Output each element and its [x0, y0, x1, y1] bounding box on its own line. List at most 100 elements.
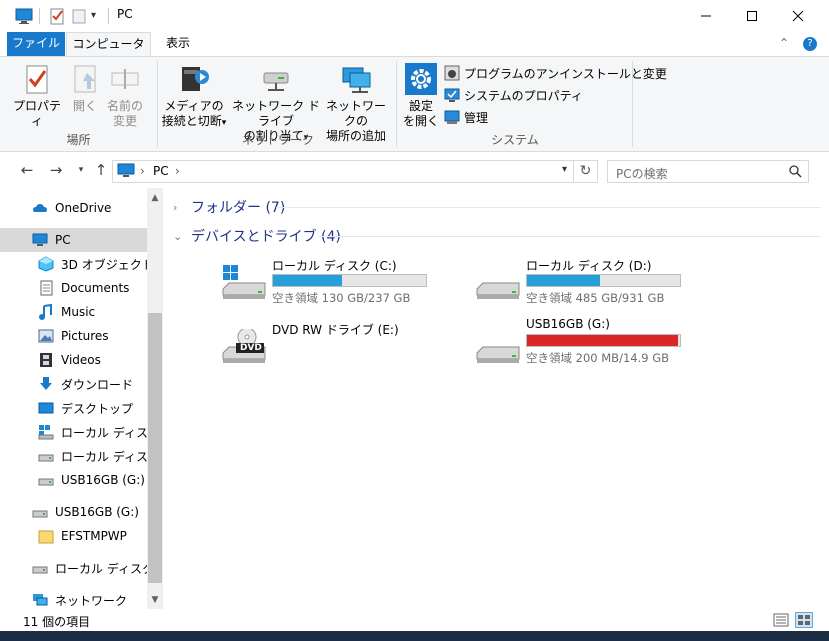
nav-item-desktop[interactable]: デスクトップ: [0, 396, 147, 420]
media-connect-button[interactable]: メディアの 接続と切断▾: [160, 63, 228, 131]
folders-group-header[interactable]: › フォルダー (7): [173, 196, 285, 218]
ribbon-group-system: 設定 を開く プログラムのアンインストールと変更 システムのプロパティ 管理 シ…: [397, 57, 667, 151]
large-icons-view-icon[interactable]: [795, 612, 813, 628]
rename-button[interactable]: 名前の 変更: [105, 63, 145, 129]
properties-button[interactable]: プロパティ: [12, 63, 62, 129]
nav-item-pc[interactable]: PC: [0, 228, 147, 252]
tab-file[interactable]: ファイル: [7, 32, 65, 56]
hard-drive-icon: [32, 560, 48, 576]
customize-toolbar-chevron-icon[interactable]: ▾: [91, 7, 109, 25]
details-view-icon[interactable]: [773, 613, 789, 627]
onedrive-cloud-icon: [32, 200, 48, 216]
new-folder-icon[interactable]: [70, 7, 88, 25]
devices-group-header[interactable]: ⌄ デバイスとドライブ (4): [173, 225, 341, 247]
ribbon: プロパティ 開く 名前の 変更 場所 メディアの 接続と切断▾ ネットワーク ド…: [0, 56, 829, 152]
separator: [108, 8, 109, 24]
windows-drive-icon: [221, 265, 267, 305]
ribbon-group-label: 場所: [66, 133, 91, 147]
breadcrumb-separator-icon[interactable]: ›: [175, 164, 180, 178]
nav-item-onedrive[interactable]: OneDrive: [0, 196, 147, 220]
rename-icon: [109, 63, 141, 95]
hard-drive-icon: [38, 448, 54, 464]
up-arrow-icon[interactable]: ↑: [91, 160, 111, 180]
open-icon: [69, 63, 101, 95]
desktop-icon: [38, 400, 54, 416]
properties-icon[interactable]: [48, 7, 66, 25]
nav-item-usb-g[interactable]: USB16GB (G:): [0, 468, 147, 492]
chevron-down-icon: ⌄: [173, 229, 183, 243]
computer-icon[interactable]: [15, 7, 33, 25]
maximize-icon: [747, 10, 757, 21]
computer-icon: [32, 232, 48, 248]
ribbon-separator: [632, 61, 633, 147]
search-icon: [788, 164, 802, 178]
nav-item-documents[interactable]: Documents: [0, 276, 147, 300]
forward-arrow-icon[interactable]: →: [46, 160, 66, 180]
search-input[interactable]: PCの検索: [607, 160, 809, 183]
nav-scrollbar[interactable]: ▲ ▼: [147, 188, 163, 609]
nav-item-music[interactable]: Music: [0, 300, 147, 324]
usb-drive-icon: [475, 329, 521, 369]
drive-usb-g[interactable]: USB16GB (G:) 空き領域 200 MB/14.9 GB: [475, 317, 705, 369]
taskbar: [0, 631, 829, 641]
nav-item-3d-objects[interactable]: 3D オブジェクト: [0, 252, 147, 276]
open-button[interactable]: 開く: [68, 63, 102, 114]
usb-drive-icon: [32, 504, 48, 520]
nav-item-local-disk-d-root[interactable]: ローカル ディスク (D:): [0, 556, 147, 580]
ribbon-tabs: ファイル コンピューター 表示 ⌃ ?: [0, 31, 829, 73]
breadcrumb-pc[interactable]: PC: [153, 164, 169, 178]
usage-bar: [526, 274, 681, 287]
documents-icon: [38, 280, 54, 296]
nav-item-pictures[interactable]: Pictures: [0, 324, 147, 348]
drive-dvd-e[interactable]: DVD DVD RW ドライブ (E:): [221, 321, 451, 373]
tab-computer[interactable]: コンピューター: [66, 32, 151, 73]
network-icon: [32, 592, 48, 608]
nav-item-efstmpwp[interactable]: EFSTMPWP: [0, 524, 147, 548]
uninstall-program-button[interactable]: プログラムのアンインストールと変更: [444, 63, 667, 83]
scroll-thumb[interactable]: [148, 313, 162, 583]
nav-item-local-disk-c[interactable]: ローカル ディスク (C: [0, 420, 147, 444]
scroll-down-icon[interactable]: ▼: [147, 592, 163, 608]
dvd-drive-icon: DVD: [221, 327, 267, 369]
videos-film-icon: [38, 352, 54, 368]
maximize-button[interactable]: [729, 0, 775, 31]
recent-locations-chevron-icon[interactable]: ▾: [71, 160, 91, 180]
back-arrow-icon[interactable]: ←: [17, 160, 37, 180]
group-divider: [318, 236, 821, 237]
usage-bar-fill: [527, 335, 679, 346]
close-button[interactable]: [775, 0, 821, 31]
usb-drive-icon: [38, 472, 54, 488]
separator: [39, 8, 40, 24]
computer-icon: [117, 163, 135, 179]
scroll-up-icon[interactable]: ▲: [147, 190, 163, 206]
usage-bar-fill: [527, 275, 601, 286]
download-arrow-icon: [38, 376, 54, 392]
content-area: › フォルダー (7) ⌄ デバイスとドライブ (4) ローカル ディスク (C…: [163, 188, 829, 609]
nav-item-usb-root[interactable]: USB16GB (G:): [0, 500, 147, 524]
address-path-field[interactable]: › PC › ▾: [112, 160, 574, 183]
navigation-pane: OneDrive PC 3D オブジェクト Documents Music Pi…: [0, 188, 163, 609]
address-bar: ← → ▾ ↑ › PC › ▾ ↻ PCの検索: [0, 152, 829, 188]
chevron-right-icon: ›: [173, 200, 178, 214]
folder-icon: [38, 528, 54, 544]
usage-bar-fill: [273, 275, 342, 286]
music-note-icon: [38, 303, 54, 320]
open-settings-button[interactable]: 設定 を開く: [402, 63, 440, 129]
help-icon[interactable]: ?: [803, 37, 817, 51]
collapse-ribbon-icon[interactable]: ⌃: [779, 36, 789, 50]
manage-button[interactable]: 管理: [444, 107, 488, 127]
refresh-icon[interactable]: ↻: [574, 160, 598, 183]
settings-gear-icon: [405, 63, 437, 95]
nav-item-downloads[interactable]: ダウンロード: [0, 372, 147, 396]
system-properties-button[interactable]: システムのプロパティ: [444, 85, 583, 105]
drive-d[interactable]: ローカル ディスク (D:) 空き領域 485 GB/931 GB: [475, 257, 705, 309]
minimize-button[interactable]: [683, 0, 729, 31]
drive-c[interactable]: ローカル ディスク (C:) 空き領域 130 GB/237 GB: [221, 257, 451, 309]
network-location-icon: [340, 63, 372, 95]
nav-item-local-disk-d[interactable]: ローカル ディスク (D: [0, 444, 147, 468]
ribbon-group-network: メディアの 接続と切断▾ ネットワーク ドライブ の割り当て▾ ネットワークの …: [158, 57, 398, 151]
group-divider: [276, 207, 821, 208]
nav-item-videos[interactable]: Videos: [0, 348, 147, 372]
tab-view[interactable]: 表示: [152, 32, 204, 56]
address-dropdown-chevron-icon[interactable]: ▾: [562, 164, 567, 175]
